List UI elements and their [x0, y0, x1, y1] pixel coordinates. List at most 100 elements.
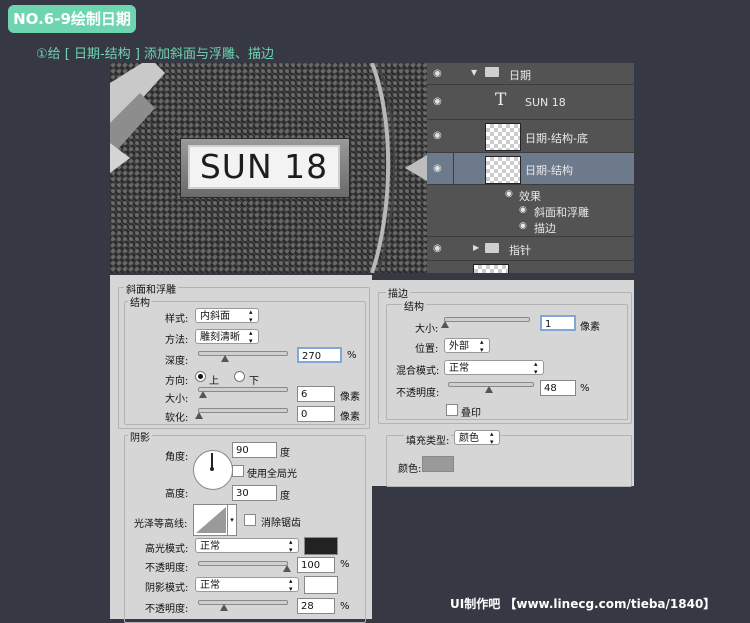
- highlight-color-swatch[interactable]: [304, 537, 338, 555]
- highlight-mode-select[interactable]: 正常: [195, 538, 299, 554]
- shadow-opacity-label: 不透明度:: [145, 604, 189, 615]
- stroke-position-select[interactable]: 外部: [444, 338, 490, 354]
- stroke-structure-label: 结构: [402, 298, 426, 313]
- highlight-opacity-slider[interactable]: [198, 561, 291, 572]
- stroke-size-input[interactable]: 1: [540, 315, 576, 331]
- antialias-checkbox[interactable]: [244, 514, 256, 526]
- layers-panel: ◉ ▼ 日期 ◉ T SUN 18 ◉ 日期-结构-底 ◉ 日期-结构 ◉ 效果…: [427, 63, 634, 273]
- shadow-color-swatch[interactable]: [304, 576, 338, 594]
- visibility-eye-icon[interactable]: ◉: [433, 97, 447, 107]
- stroke-size-slider[interactable]: [441, 317, 530, 328]
- layer-effects-list: ◉ 效果 ◉ 斜面和浮雕 ◉ 描边: [427, 185, 634, 237]
- angle-unit: 度: [280, 448, 290, 459]
- effects-label: 效果: [519, 190, 541, 203]
- layer-name: 指针: [509, 244, 531, 257]
- size-input[interactable]: 6: [297, 386, 335, 402]
- contour-curve-icon: [196, 507, 226, 533]
- depth-unit: %: [347, 350, 357, 361]
- stroke-opacity-label: 不透明度:: [396, 388, 440, 399]
- divider: [453, 153, 454, 185]
- size-unit: 像素: [340, 392, 360, 403]
- overprint-label: 叠印: [461, 408, 481, 419]
- layer-text-sun18[interactable]: ◉ T SUN 18: [427, 85, 634, 120]
- direction-up-radio[interactable]: [195, 371, 206, 382]
- contour-dropdown-arrow-icon[interactable]: ▾: [227, 504, 237, 536]
- structure-label: 结构: [128, 294, 152, 309]
- direction-up-label: 上: [209, 376, 219, 387]
- size-slider[interactable]: [198, 387, 288, 398]
- effect-bevel-label[interactable]: 斜面和浮雕: [534, 204, 589, 220]
- layer-thumbnail: [473, 264, 509, 273]
- fill-type-select[interactable]: 颜色: [454, 430, 500, 446]
- soften-slider[interactable]: [195, 408, 288, 419]
- layer-name: 日期-结构: [525, 164, 573, 177]
- shadow-mode-label: 阴影模式:: [145, 583, 189, 594]
- highlight-opacity-label: 不透明度:: [145, 563, 189, 574]
- global-light-checkbox[interactable]: [232, 465, 244, 477]
- eye-icon[interactable]: ◉: [519, 221, 527, 231]
- layer-date-structure-base[interactable]: ◉ 日期-结构-底: [427, 120, 634, 153]
- stroke-size-label: 大小:: [415, 324, 439, 335]
- technique-label: 方法:: [165, 335, 189, 346]
- angle-input[interactable]: 90: [232, 442, 277, 458]
- effect-stroke-label[interactable]: 描边: [534, 220, 556, 236]
- style-select[interactable]: 内斜面: [195, 308, 259, 324]
- direction-down-label: 下: [249, 376, 259, 387]
- shadow-opacity-unit: %: [340, 601, 350, 612]
- shadow-opacity-input[interactable]: 28: [297, 598, 335, 614]
- angle-dial[interactable]: [193, 450, 233, 490]
- visibility-eye-icon[interactable]: ◉: [433, 131, 447, 141]
- fill-type-label: 填充类型:: [404, 432, 452, 447]
- layer-date-structure-selected[interactable]: ◉ 日期-结构: [427, 153, 634, 185]
- expand-arrow-icon[interactable]: ▼: [471, 68, 477, 77]
- altitude-input[interactable]: 30: [232, 485, 277, 501]
- technique-select[interactable]: 雕刻清晰: [195, 329, 259, 345]
- depth-slider[interactable]: [198, 351, 288, 362]
- visibility-eye-icon[interactable]: ◉: [433, 244, 447, 254]
- stroke-opacity-slider[interactable]: [448, 382, 534, 393]
- instruction-text: ①给 [ 日期-结构 ] 添加斜面与浮雕、描边: [36, 47, 275, 62]
- layer-group-date[interactable]: ◉ ▼ 日期: [427, 63, 634, 85]
- section-title-tag: NO.6-9绘制日期: [8, 5, 136, 33]
- angle-label: 角度:: [165, 452, 189, 463]
- overprint-checkbox[interactable]: [446, 404, 458, 416]
- stroke-color-swatch[interactable]: [422, 456, 454, 472]
- shading-label: 阴影: [128, 429, 152, 444]
- depth-label: 深度:: [165, 356, 189, 367]
- stroke-blend-select[interactable]: 正常: [444, 360, 544, 376]
- stroke-opacity-input[interactable]: 48: [540, 380, 576, 396]
- visibility-eye-icon[interactable]: ◉: [433, 69, 447, 79]
- soften-input[interactable]: 0: [297, 406, 335, 422]
- expand-arrow-icon[interactable]: ▶: [473, 243, 479, 252]
- layer-group-hands[interactable]: ◉ ▶ 指针: [427, 237, 634, 261]
- gloss-contour-picker[interactable]: [193, 504, 229, 536]
- eye-icon[interactable]: ◉: [505, 189, 513, 199]
- stroke-size-unit: 像素: [580, 322, 600, 333]
- folder-icon: [485, 67, 499, 77]
- eye-icon[interactable]: ◉: [519, 205, 527, 215]
- depth-input[interactable]: 270: [297, 347, 342, 363]
- shadow-opacity-slider[interactable]: [198, 600, 288, 611]
- altitude-unit: 度: [280, 491, 290, 502]
- direction-label: 方向:: [165, 376, 189, 387]
- direction-down-radio[interactable]: [234, 371, 245, 382]
- stroke-position-label: 位置:: [415, 344, 439, 355]
- layer-name: SUN 18: [525, 96, 566, 109]
- highlight-opacity-unit: %: [340, 559, 350, 570]
- visibility-eye-icon[interactable]: ◉: [433, 164, 447, 174]
- watermark-text: UI制作吧 【www.linecg.com/tieba/1840】: [450, 597, 716, 611]
- highlight-opacity-input[interactable]: 100: [297, 557, 335, 573]
- gloss-contour-label: 光泽等高线:: [134, 519, 188, 530]
- style-label: 样式:: [165, 314, 189, 325]
- text-layer-icon: T: [495, 90, 507, 110]
- global-light-label: 使用全局光: [247, 469, 297, 480]
- soften-label: 软化:: [165, 413, 189, 424]
- stroke-blend-label: 混合模式:: [396, 366, 440, 377]
- highlight-mode-label: 高光模式:: [145, 544, 189, 555]
- layer-name: 日期: [509, 69, 531, 82]
- layer-row-partial[interactable]: [427, 261, 634, 273]
- stroke-color-label: 颜色:: [398, 464, 422, 475]
- bevel-emboss-dialog: 斜面和浮雕 结构 样式: 内斜面 方法: 雕刻清晰 深度: 270 % 方向: …: [110, 275, 372, 623]
- soften-unit: 像素: [340, 412, 360, 423]
- shadow-mode-select[interactable]: 正常: [195, 577, 299, 593]
